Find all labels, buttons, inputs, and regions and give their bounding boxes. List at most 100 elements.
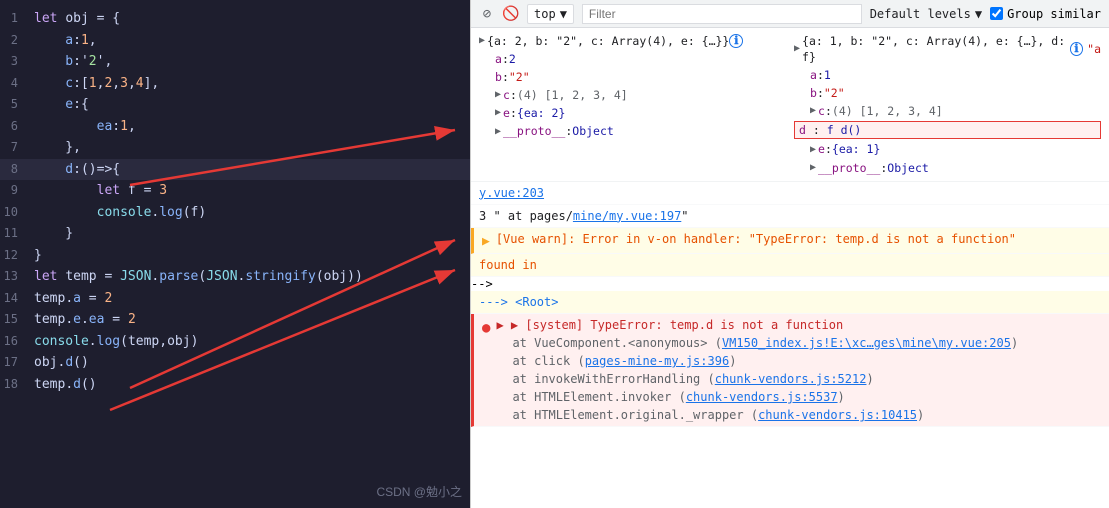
line-content: }, bbox=[30, 138, 470, 158]
line-number: 8 bbox=[0, 160, 30, 180]
token-punct: } bbox=[34, 248, 42, 263]
code-line-7: 7 }, bbox=[0, 137, 470, 159]
filter-input[interactable] bbox=[582, 4, 862, 24]
group-similar-checkbox[interactable] bbox=[990, 7, 1003, 20]
code-line-14: 14temp.a = 2 bbox=[0, 288, 470, 310]
code-line-1: 1let obj = { bbox=[0, 8, 470, 30]
token-method: stringify bbox=[245, 269, 315, 284]
token-var: f bbox=[128, 183, 136, 198]
stack5: at HTMLElement.original._wrapper (chunk-… bbox=[512, 406, 1101, 424]
token-punct: }, bbox=[34, 140, 81, 155]
error-main-msg[interactable]: ▶ ▶ [system] TypeError: temp.d is not a … bbox=[496, 316, 1101, 334]
stack1-link[interactable]: VM150_index.js!E:\xc…ges\mine\my.vue:205 bbox=[722, 336, 1011, 350]
obj-temp-header-row[interactable]: ▶ {a: 2, b: "2", c: Array(4), e: {…}} ℹ bbox=[479, 32, 786, 50]
source-loc-link[interactable]: y.vue:203 bbox=[479, 184, 544, 202]
token-kw: let bbox=[34, 269, 65, 284]
token-fn: console bbox=[34, 334, 89, 349]
token-num: 2 bbox=[128, 312, 136, 327]
obj-temp-e: ▶ e : {ea: 2} bbox=[479, 104, 786, 122]
token-method: d bbox=[65, 355, 73, 370]
code-editor-panel: 1let obj = {2 a:1,3 b:'2',4 c:[1,2,3,4],… bbox=[0, 0, 470, 508]
levels-label: Default levels bbox=[870, 7, 971, 21]
token-punct: ( bbox=[120, 334, 128, 349]
obj-temp-b: b : "2" bbox=[479, 68, 786, 86]
code-line-13: 13let temp = JSON.parse(JSON.stringify(o… bbox=[0, 266, 470, 288]
token-var: temp bbox=[65, 269, 96, 284]
watermark: CSDN @勉小之 bbox=[376, 483, 462, 500]
info-icon-orig: ℹ bbox=[1070, 42, 1083, 56]
obj-temp-column: ▶ {a: 2, b: "2", c: Array(4), e: {…}} ℹ … bbox=[479, 32, 786, 177]
token-prop: e bbox=[73, 312, 81, 327]
obj-orig-a: a : 1 bbox=[794, 66, 1101, 84]
code-editor: 1let obj = {2 a:1,3 b:'2',4 c:[1,2,3,4],… bbox=[0, 0, 470, 403]
obj-orig-column: ▶ {a: 1, b: "2", c: Array(4), e: {…}, d:… bbox=[794, 32, 1101, 177]
levels-selector[interactable]: Default levels ▼ bbox=[870, 7, 982, 21]
token-punct: ) bbox=[191, 334, 199, 349]
obj-orig-e: ▶ e : {ea: 1} bbox=[794, 140, 1101, 158]
line-number: 17 bbox=[0, 353, 30, 373]
token-method: log bbox=[97, 334, 120, 349]
token-num: 1 bbox=[89, 76, 97, 91]
source-loc-line: y.vue:203 bbox=[471, 182, 1109, 205]
obj-orig-c: ▶ c : (4) [1, 2, 3, 4] bbox=[794, 102, 1101, 120]
obj-orig-b: b : "2" bbox=[794, 84, 1101, 102]
vue-warn-link[interactable]: mine/my.vue:197 bbox=[573, 209, 681, 223]
token-var: obj bbox=[167, 334, 190, 349]
token-punct: )=> bbox=[89, 162, 112, 177]
expand-arrow-c2: ▶ bbox=[810, 104, 816, 118]
obj-orig-header-row[interactable]: ▶ {a: 1, b: "2", c: Array(4), e: {…}, d:… bbox=[794, 32, 1101, 66]
token-punct: ], bbox=[144, 76, 160, 91]
code-line-3: 3 b:'2', bbox=[0, 51, 470, 73]
code-line-2: 2 a:1, bbox=[0, 30, 470, 52]
stack5-link[interactable]: chunk-vendors.js:10415 bbox=[758, 408, 917, 422]
token-prop: a bbox=[73, 291, 81, 306]
token-punct: ( bbox=[183, 205, 191, 220]
token-punct: = bbox=[97, 269, 120, 284]
vue-warn-line2: ▶ [Vue warn]: Error in v-on handler: "Ty… bbox=[471, 228, 1109, 255]
line-content: e:{ bbox=[30, 95, 470, 115]
token-punct: :( bbox=[73, 162, 89, 177]
error-line-main: ● ▶ ▶ [system] TypeError: temp.d is not … bbox=[471, 314, 1109, 427]
token-punct: . bbox=[65, 312, 73, 327]
token-punct: () bbox=[73, 355, 89, 370]
code-line-6: 6 ea:1, bbox=[0, 116, 470, 138]
token-punct: , bbox=[128, 76, 136, 91]
line-number: 13 bbox=[0, 267, 30, 287]
expand-arrow-proto2: ▶ bbox=[810, 161, 816, 175]
expand-arrow-orig: ▶ bbox=[794, 42, 800, 56]
line-number: 10 bbox=[0, 203, 30, 223]
token-str: 2 bbox=[89, 54, 97, 69]
line-number: 16 bbox=[0, 332, 30, 352]
expand-arrow: ▶ bbox=[479, 34, 485, 48]
token-fn: JSON bbox=[120, 269, 151, 284]
obj-temp-proto: ▶ __proto__ : Object bbox=[479, 122, 786, 140]
expand-arrow-e2: ▶ bbox=[810, 143, 816, 157]
code-line-17: 17obj.d() bbox=[0, 352, 470, 374]
token-prop: ea bbox=[89, 312, 105, 327]
stack3-link[interactable]: chunk-vendors.js:5212 bbox=[715, 372, 867, 386]
line-content: let f = 3 bbox=[30, 181, 470, 201]
token-punct: = bbox=[104, 312, 127, 327]
token-punct: . bbox=[65, 377, 73, 392]
line-number: 2 bbox=[0, 31, 30, 51]
token-var: temp bbox=[128, 334, 159, 349]
root-line: ---> <Root> bbox=[471, 291, 1109, 314]
line-content: a:1, bbox=[30, 31, 470, 51]
line-content: ea:1, bbox=[30, 117, 470, 137]
token-prop: ea bbox=[34, 119, 112, 134]
line-content: c:[1,2,3,4], bbox=[30, 74, 470, 94]
stack3: at invokeWithErrorHandling (chunk-vendor… bbox=[512, 370, 1101, 388]
found-in-text: found in bbox=[479, 256, 1101, 274]
line-number: 3 bbox=[0, 52, 30, 72]
stack4-link[interactable]: chunk-vendors.js:5537 bbox=[686, 390, 838, 404]
devtools-clear-icon[interactable]: 🚫 bbox=[503, 6, 519, 22]
context-selector[interactable]: top ▼ bbox=[527, 4, 574, 24]
token-prop: c bbox=[34, 76, 73, 91]
code-line-18: 18temp.d() bbox=[0, 374, 470, 396]
token-punct: } bbox=[34, 226, 73, 241]
stack2-link[interactable]: pages-mine-my.js:396 bbox=[585, 354, 730, 368]
code-line-15: 15temp.e.ea = 2 bbox=[0, 309, 470, 331]
devtools-stop-icon[interactable]: ⊘ bbox=[479, 6, 495, 22]
warn-icon: ▶ bbox=[482, 232, 490, 252]
token-prop: a bbox=[34, 33, 73, 48]
